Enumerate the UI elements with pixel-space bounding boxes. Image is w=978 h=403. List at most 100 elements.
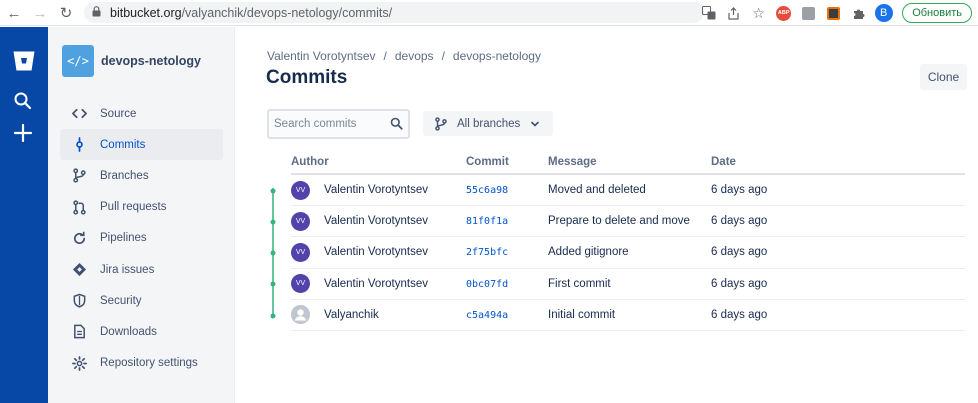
chevron-down-icon: [530, 119, 540, 129]
branch-icon: [434, 116, 448, 131]
jira-icon: [70, 261, 88, 279]
commit-hash-link[interactable]: 55c6a98: [466, 185, 508, 196]
puzzle-icon[interactable]: [846, 1, 871, 25]
branch-filter-dropdown[interactable]: All branches: [423, 111, 553, 136]
avatar[interactable]: VV: [291, 211, 310, 231]
table-header: Author Commit Message Date: [291, 150, 965, 175]
url-path: /valyanchik/devops-netology/commits/: [181, 5, 393, 20]
default-avatar-icon[interactable]: [291, 305, 310, 325]
sidebar-item-label: Repository settings: [100, 357, 198, 370]
sidebar-item-pipelines[interactable]: Pipelines: [60, 223, 223, 254]
table-row[interactable]: VV Valentin Vorotyntsev 0bc07fd First co…: [291, 269, 965, 300]
sidebar-item-label: Security: [100, 294, 142, 307]
avatar[interactable]: VV: [291, 242, 310, 262]
search-icon: [390, 117, 403, 130]
clone-button[interactable]: Clone: [920, 64, 967, 90]
main-content: Valentin Vorotyntsev / devops / devops-n…: [235, 27, 978, 403]
table-row[interactable]: VV Valentin Vorotyntsev 81f0f1a Prepare …: [291, 206, 965, 238]
page-title: Commits: [266, 67, 348, 88]
branch-filter-label: All branches: [457, 117, 521, 130]
browser-toolbar: ← → ↻ bitbucket.org/valyanchik/devops-ne…: [0, 0, 978, 26]
commit-date: 6 days ago: [711, 184, 768, 197]
commit-graph-node: [270, 250, 276, 256]
commit-icon: [70, 136, 88, 154]
breadcrumb-project[interactable]: devops: [395, 49, 434, 63]
sidebar-item-branches[interactable]: Branches: [60, 160, 223, 191]
sidebar-item-label: Branches: [100, 169, 149, 182]
commit-hash-link[interactable]: 81f0f1a: [466, 216, 508, 227]
share-icon[interactable]: [721, 1, 746, 25]
commit-graph-node: [270, 281, 276, 287]
reload-icon[interactable]: ↻: [54, 1, 78, 25]
breadcrumb-separator: /: [383, 49, 387, 63]
create-icon[interactable]: [12, 122, 34, 144]
extension-icon[interactable]: [821, 1, 846, 25]
commit-graph-node: [270, 313, 276, 319]
sidebar-item-downloads[interactable]: Downloads: [60, 316, 223, 347]
forward-icon[interactable]: →: [28, 1, 52, 25]
avatar[interactable]: VV: [291, 274, 310, 294]
commit-message: Initial commit: [548, 308, 616, 321]
breadcrumb-owner[interactable]: Valentin Vorotyntsev: [267, 49, 376, 63]
commit-graph-node: [270, 188, 276, 194]
profile-avatar[interactable]: B: [871, 1, 896, 25]
column-header-author: Author: [291, 155, 329, 168]
commit-hash-link[interactable]: c5a494a: [466, 310, 508, 321]
pipelines-icon: [70, 229, 88, 247]
adblock-icon[interactable]: ABP: [771, 1, 796, 25]
repository-sidebar: </> devops-netology Source Commits Branc…: [48, 27, 235, 403]
update-browser-button[interactable]: Обновить: [902, 3, 972, 23]
author-name: Valentin Vorotyntsev: [324, 215, 428, 228]
translate-icon[interactable]: [696, 1, 721, 25]
commit-date: 6 days ago: [711, 277, 768, 290]
back-icon[interactable]: ←: [2, 1, 26, 25]
author-name: Valentin Vorotyntsev: [324, 184, 428, 197]
sidebar-item-label: Source: [100, 107, 137, 120]
author-name: Valentin Vorotyntsev: [324, 246, 428, 259]
sidebar-item-commits[interactable]: Commits: [60, 129, 223, 161]
sidebar-item-source[interactable]: Source: [60, 98, 223, 129]
table-row[interactable]: VV Valentin Vorotyntsev 2f75bfc Added gi…: [291, 237, 965, 269]
shield-icon: [70, 292, 88, 310]
column-header-date: Date: [711, 155, 736, 168]
commit-date: 6 days ago: [711, 246, 768, 259]
branch-icon: [70, 167, 88, 185]
repo-avatar: </>: [62, 45, 94, 77]
lock-icon: [92, 5, 104, 20]
search-placeholder: Search commits: [274, 118, 357, 130]
star-icon[interactable]: ☆: [746, 1, 771, 25]
author-name: Valyanchik: [324, 308, 379, 321]
commit-message: Prepare to delete and move: [548, 215, 690, 228]
table-row[interactable]: Valyanchik c5a494a Initial commit 6 days…: [291, 300, 965, 331]
search-commits-input[interactable]: Search commits: [267, 109, 410, 139]
extension-bar: ☆ ABP B Обновить: [696, 0, 978, 26]
breadcrumb-separator: /: [441, 49, 445, 63]
sidebar-item-repository-settings[interactable]: Repository settings: [60, 348, 223, 379]
commit-date: 6 days ago: [711, 215, 768, 228]
breadcrumb: Valentin Vorotyntsev / devops / devops-n…: [267, 49, 541, 63]
commit-message: Added gitignore: [548, 246, 629, 259]
sidebar-menu: Source Commits Branches Pull requests Pi…: [60, 98, 223, 379]
commit-hash-link[interactable]: 2f75bfc: [466, 247, 508, 258]
commit-hash-link[interactable]: 0bc07fd: [466, 279, 508, 290]
avatar[interactable]: VV: [291, 180, 310, 200]
sidebar-item-security[interactable]: Security: [60, 285, 223, 316]
commit-date: 6 days ago: [711, 308, 768, 321]
author-name: Valentin Vorotyntsev: [324, 277, 428, 290]
sidebar-item-label: Jira issues: [100, 263, 155, 276]
commits-table: Author Commit Message Date VV Valentin V…: [291, 150, 965, 331]
address-bar[interactable]: bitbucket.org/valyanchik/devops-netology…: [84, 2, 704, 23]
sidebar-item-jira-issues[interactable]: Jira issues: [60, 254, 223, 285]
repo-name: devops-netology: [101, 54, 202, 68]
search-icon[interactable]: [13, 91, 33, 111]
table-row[interactable]: VV Valentin Vorotyntsev 55c6a98 Moved an…: [291, 175, 965, 207]
sidebar-item-pull-requests[interactable]: Pull requests: [60, 192, 223, 223]
sidebar-item-label: Pull requests: [100, 201, 167, 214]
commit-message: Moved and deleted: [548, 184, 646, 197]
extension-icon[interactable]: [796, 1, 821, 25]
sidebar-item-label: Commits: [100, 138, 146, 151]
sidebar-item-label: Downloads: [100, 325, 157, 338]
repository-header[interactable]: </> devops-netology: [62, 45, 201, 77]
breadcrumb-repo[interactable]: devops-netology: [453, 49, 541, 63]
bitbucket-logo-icon[interactable]: [12, 49, 36, 73]
